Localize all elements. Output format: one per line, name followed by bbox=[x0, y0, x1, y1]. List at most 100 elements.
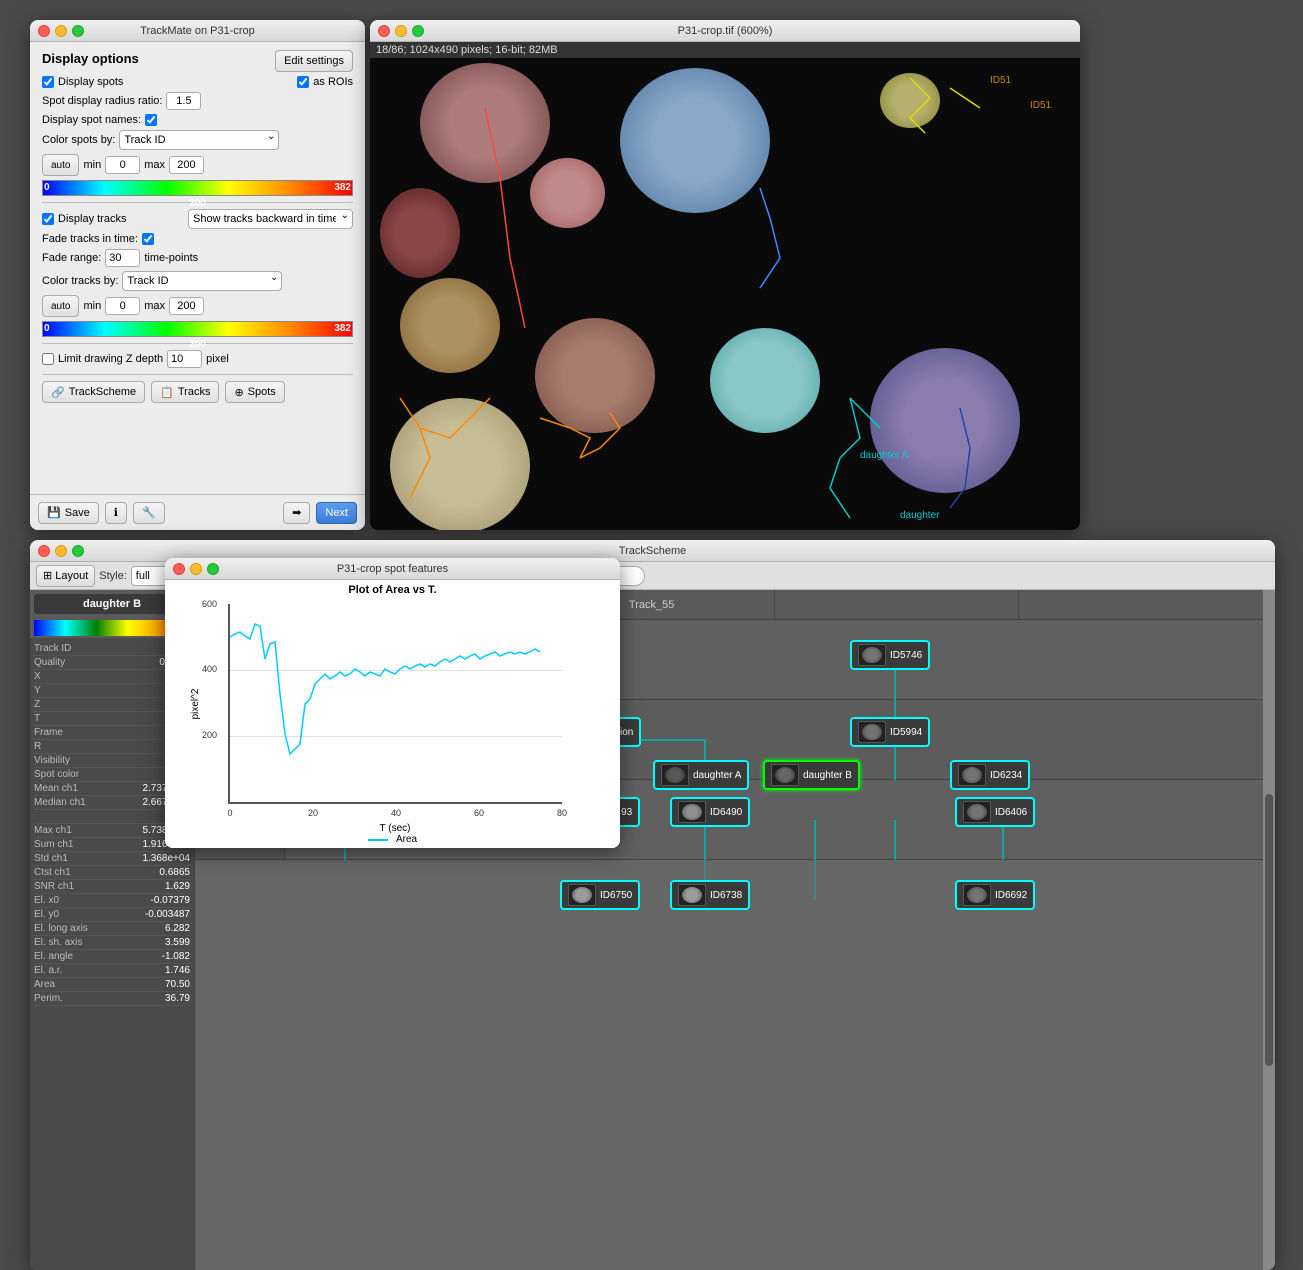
node-id6234[interactable]: ID6234 bbox=[950, 760, 1030, 790]
node-id6738-label: ID6738 bbox=[710, 890, 742, 901]
layout-button[interactable]: ⊞ Layout bbox=[36, 565, 95, 587]
trackscheme-scrollthumb[interactable] bbox=[1265, 794, 1273, 1066]
node-id5994[interactable]: ID5994 bbox=[850, 717, 930, 747]
node-daughter-a[interactable]: daughter A bbox=[653, 760, 749, 790]
chart-max-button[interactable] bbox=[207, 563, 219, 575]
display-options-window: TrackMate on P31-crop Display options Ed… bbox=[30, 20, 365, 530]
ts-min-button[interactable] bbox=[55, 545, 67, 557]
node-id6490-thumb bbox=[678, 801, 706, 823]
spots-min-input[interactable] bbox=[105, 156, 140, 174]
node-id6234-label: ID6234 bbox=[990, 770, 1022, 781]
color-tracks-dropdown[interactable]: Track ID bbox=[122, 271, 282, 291]
info-key: Ctst ch1 bbox=[34, 867, 71, 878]
info-key: Z bbox=[34, 699, 40, 710]
tracks-direction-dropdown[interactable]: Show tracks backward in time bbox=[188, 209, 353, 229]
node-id6406-thumb bbox=[963, 801, 991, 823]
edit-settings-button[interactable]: Edit settings bbox=[275, 50, 353, 72]
fade-range-input[interactable] bbox=[105, 249, 140, 267]
info-key: Spot color bbox=[34, 769, 79, 780]
info-val: 70.50 bbox=[165, 979, 190, 990]
ytick-400: 400 bbox=[202, 664, 217, 674]
node-id6490[interactable]: ID6490 bbox=[670, 797, 750, 827]
info-val: 1.629 bbox=[165, 881, 190, 892]
info-key: El. sh. axis bbox=[34, 937, 82, 948]
sidebar-info-row: El. angle-1.082 bbox=[34, 950, 190, 964]
node-id6692[interactable]: ID6692 bbox=[955, 880, 1035, 910]
chart-x-label: T (sec) bbox=[380, 823, 411, 834]
svg-text:ID51: ID51 bbox=[1030, 100, 1052, 111]
sidebar-info-row: SNR ch11.629 bbox=[34, 880, 190, 894]
microscope-image[interactable]: ID51 ID51 daughter A daughter bbox=[370, 58, 1080, 530]
tracks-button[interactable]: 📋 Tracks bbox=[151, 381, 219, 403]
tracks-max-input[interactable] bbox=[169, 297, 204, 315]
image-close-button[interactable] bbox=[378, 25, 390, 37]
image-info-bar: 18/86; 1024x490 pixels; 16-bit; 82MB bbox=[370, 42, 1080, 58]
image-max-button[interactable] bbox=[412, 25, 424, 37]
close-button[interactable] bbox=[38, 25, 50, 37]
spots-button[interactable]: ⊕ Spots bbox=[225, 381, 284, 403]
node-id6406[interactable]: ID6406 bbox=[955, 797, 1035, 827]
image-min-button[interactable] bbox=[395, 25, 407, 37]
pixel-label: pixel bbox=[206, 353, 229, 365]
save-button[interactable]: 💾 Save bbox=[38, 502, 99, 524]
fade-tracks-checkbox[interactable] bbox=[142, 233, 154, 245]
chart-min-button[interactable] bbox=[190, 563, 202, 575]
trackscheme-scrollbar[interactable] bbox=[1263, 590, 1275, 1270]
track-col4 bbox=[1019, 590, 1263, 619]
display-spots-checkbox[interactable] bbox=[42, 76, 54, 88]
minimize-button[interactable] bbox=[55, 25, 67, 37]
color-spots-label: Color spots by: bbox=[42, 134, 115, 146]
sidebar-info-row: Area70.50 bbox=[34, 978, 190, 992]
chart-titlebar: P31-crop spot features bbox=[165, 558, 620, 580]
info-key: X bbox=[34, 671, 41, 682]
maximize-button[interactable] bbox=[72, 25, 84, 37]
sidebar-info-row: El. long axis6.282 bbox=[34, 922, 190, 936]
node-id5746[interactable]: ID5746 bbox=[850, 640, 930, 670]
node-daughter-b[interactable]: daughter B bbox=[763, 760, 860, 790]
node-id6750-thumb bbox=[568, 884, 596, 906]
tracks-colorbar bbox=[42, 321, 353, 337]
node-id6750[interactable]: ID6750 bbox=[560, 880, 640, 910]
next-button[interactable]: Next bbox=[316, 502, 357, 524]
chart-window: P31-crop spot features Plot of Area vs T… bbox=[165, 558, 620, 848]
image-traffic-lights bbox=[378, 25, 424, 37]
spots-max-input[interactable] bbox=[169, 156, 204, 174]
sidebar-node-title: daughter B bbox=[38, 598, 186, 610]
ts-max-button[interactable] bbox=[72, 545, 84, 557]
ts-close-button[interactable] bbox=[38, 545, 50, 557]
color-spots-dropdown[interactable]: Track ID bbox=[119, 130, 279, 150]
spots-colorbar bbox=[42, 180, 353, 196]
spots-auto-button[interactable]: auto bbox=[42, 154, 79, 176]
tracks-auto-button[interactable]: auto bbox=[42, 295, 79, 317]
info-key: T bbox=[34, 713, 40, 724]
info-key: El. y0 bbox=[34, 909, 59, 920]
colorbar-left-label: 0 bbox=[44, 180, 50, 196]
display-tracks-checkbox[interactable] bbox=[42, 213, 54, 225]
info-button[interactable]: ℹ bbox=[105, 502, 127, 524]
xtick-40: 40 bbox=[391, 808, 401, 818]
chart-close-button[interactable] bbox=[173, 563, 185, 575]
track-col3 bbox=[775, 590, 1020, 619]
tracks-icon: 📋 bbox=[160, 386, 174, 399]
tracks-colorbar-left: 0 bbox=[44, 321, 50, 337]
node-id6738[interactable]: ID6738 bbox=[670, 880, 750, 910]
trackscheme-button[interactable]: 🔗 TrackScheme bbox=[42, 381, 145, 403]
limit-z-checkbox[interactable] bbox=[42, 353, 54, 365]
as-rois-checkbox[interactable] bbox=[297, 76, 309, 88]
settings-button[interactable]: 🔧 bbox=[133, 502, 165, 524]
spot-radius-input[interactable] bbox=[166, 92, 201, 110]
node-id5746-thumb bbox=[858, 644, 886, 666]
info-val: 1.368e+04 bbox=[142, 853, 190, 864]
node-id6750-label: ID6750 bbox=[600, 890, 632, 901]
info-val: -0.07379 bbox=[151, 895, 190, 906]
info-key: Std ch1 bbox=[34, 853, 68, 864]
ytick-200: 200 bbox=[202, 730, 217, 740]
info-key: Frame bbox=[34, 727, 63, 738]
display-names-checkbox[interactable] bbox=[145, 114, 157, 126]
sidebar-info-row: El. sh. axis3.599 bbox=[34, 936, 190, 950]
tracks-min-input[interactable] bbox=[105, 297, 140, 315]
style-label: Style: bbox=[99, 570, 127, 582]
arrow-button[interactable]: ➡ bbox=[283, 502, 310, 524]
layout-icon: ⊞ bbox=[43, 569, 52, 582]
node-id6738-thumb bbox=[678, 884, 706, 906]
